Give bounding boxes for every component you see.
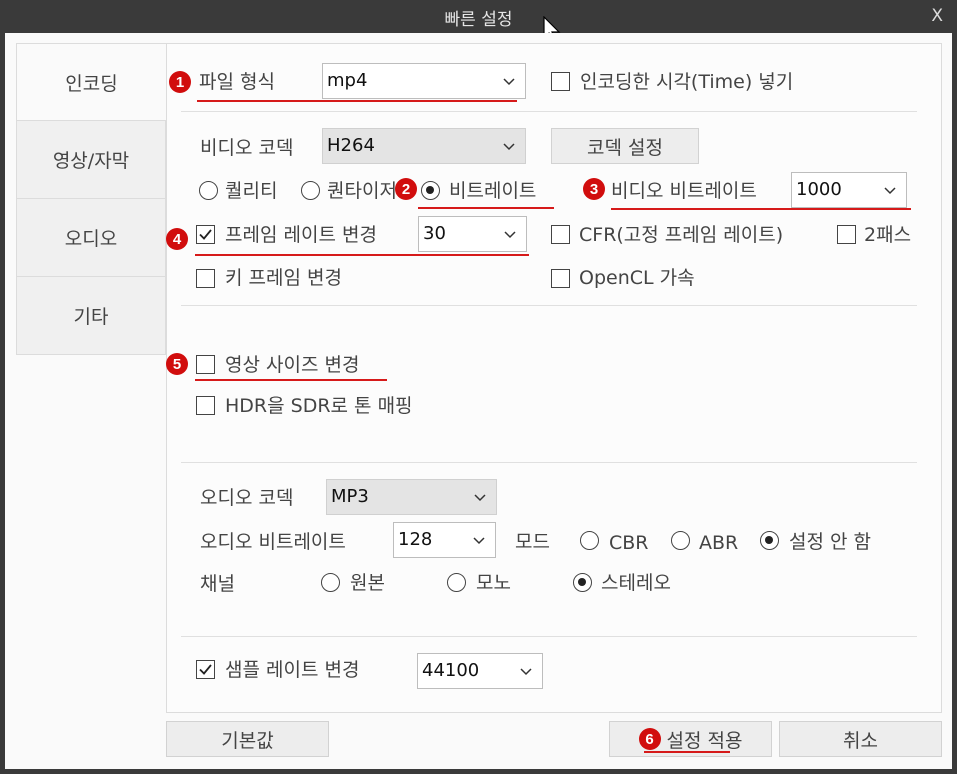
annotation-underline	[195, 379, 387, 381]
tab-encoding[interactable]: 인코딩	[16, 43, 166, 121]
file-format-label: 파일 형식	[199, 71, 275, 93]
default-button[interactable]: 기본값	[166, 721, 329, 757]
channel-mono-label: 모노	[476, 572, 511, 594]
sidebar: 인코딩 영상/자막 오디오 기타	[16, 43, 166, 355]
divider	[181, 636, 917, 637]
framerate-select[interactable]: 30	[418, 216, 527, 252]
framerate-change-checkbox[interactable]	[196, 225, 215, 244]
framerate-change-label: 프레임 레이트 변경	[225, 224, 377, 246]
video-codec-select[interactable]: H264	[322, 128, 526, 164]
framerate-value: 30	[423, 223, 446, 244]
file-format-select[interactable]: mp4	[322, 63, 526, 99]
channel-mono-radio[interactable]	[447, 573, 466, 592]
chevron-down-icon	[504, 231, 516, 239]
cancel-button[interactable]: 취소	[779, 721, 942, 757]
resize-label: 영상 사이즈 변경	[225, 354, 360, 376]
tab-audio[interactable]: 오디오	[16, 199, 166, 277]
rc-quality-radio[interactable]	[199, 181, 218, 200]
video-codec-value: H264	[327, 135, 375, 156]
channel-stereo-radio[interactable]	[573, 573, 592, 592]
cfr-label: CFR(고정 프레임 레이트)	[579, 224, 784, 246]
audio-codec-label: 오디오 코덱	[200, 487, 294, 509]
divider	[181, 111, 917, 112]
rc-bitrate-label: 비트레이트	[449, 180, 537, 202]
annotation-underline	[418, 207, 554, 209]
mode-cbr-label: CBR	[609, 532, 649, 554]
hdr-tonemap-label: HDR을 SDR로 톤 매핑	[225, 395, 413, 417]
annotation-badge-5: 5	[166, 353, 188, 375]
video-bitrate-select[interactable]: 1000	[791, 172, 907, 208]
opencl-label: OpenCL 가속	[579, 267, 695, 289]
annotation-badge-1: 1	[169, 71, 191, 93]
mode-cbr-radio[interactable]	[580, 531, 599, 550]
close-button[interactable]: X	[931, 6, 943, 26]
divider	[181, 462, 917, 463]
samplerate-select[interactable]: 44100	[417, 653, 543, 689]
tab-label: 인코딩	[65, 72, 118, 95]
mode-abr-label: ABR	[699, 532, 739, 554]
keyframe-checkbox[interactable]	[196, 269, 215, 288]
mode-label: 모드	[515, 531, 550, 553]
checkmark-icon	[199, 229, 212, 240]
twopass-checkbox[interactable]	[837, 225, 856, 244]
insert-time-checkbox[interactable]	[551, 72, 570, 91]
opencl-checkbox[interactable]	[551, 269, 570, 288]
annotation-underline	[197, 100, 517, 102]
cfr-checkbox[interactable]	[551, 225, 570, 244]
chevron-down-icon	[520, 668, 532, 676]
mode-none-label: 설정 안 함	[789, 531, 871, 553]
rc-quantizer-radio[interactable]	[301, 181, 320, 200]
samplerate-value: 44100	[422, 660, 480, 681]
chevron-down-icon	[503, 143, 515, 151]
tab-video-subtitle[interactable]: 영상/자막	[16, 121, 166, 199]
video-bitrate-value: 1000	[796, 179, 842, 200]
chevron-down-icon	[473, 537, 485, 545]
channel-original-radio[interactable]	[321, 573, 340, 592]
mode-none-radio[interactable]	[760, 531, 779, 550]
audio-bitrate-value: 128	[398, 529, 433, 550]
file-format-value: mp4	[327, 70, 368, 91]
annotation-badge-4: 4	[166, 228, 188, 250]
annotation-underline	[644, 751, 730, 753]
annotation-underline	[195, 254, 529, 256]
mode-abr-radio[interactable]	[671, 531, 690, 550]
chevron-down-icon	[884, 187, 896, 195]
keyframe-label: 키 프레임 변경	[225, 267, 342, 289]
resize-checkbox[interactable]	[196, 355, 215, 374]
video-bitrate-label: 비디오 비트레이트	[611, 180, 757, 202]
tab-label: 오디오	[64, 228, 118, 250]
annotation-badge-3: 3	[583, 178, 605, 200]
audio-bitrate-label: 오디오 비트레이트	[200, 531, 346, 553]
tab-label: 기타	[73, 306, 109, 328]
codec-settings-button[interactable]: 코덱 설정	[551, 128, 699, 164]
tab-etc[interactable]: 기타	[16, 277, 166, 355]
video-codec-label: 비디오 코덱	[200, 137, 294, 159]
divider	[181, 305, 917, 306]
audio-codec-value: MP3	[331, 486, 369, 507]
annotation-badge-2: 2	[395, 178, 417, 200]
samplerate-change-label: 샘플 레이트 변경	[225, 659, 360, 681]
insert-time-label: 인코딩한 시각(Time) 넣기	[580, 71, 794, 93]
hdr-tonemap-checkbox[interactable]	[196, 396, 215, 415]
apply-button-label: 설정 적용	[666, 729, 743, 752]
channel-original-label: 원본	[350, 572, 385, 594]
window-title: 빠른 설정	[444, 10, 513, 30]
tab-label: 영상/자막	[52, 150, 130, 172]
rc-quantizer-label: 퀀타이저	[327, 180, 397, 202]
annotation-underline	[611, 208, 911, 210]
samplerate-change-checkbox[interactable]	[196, 660, 215, 679]
channel-stereo-label: 스테레오	[601, 572, 671, 594]
title-bar: 빠른 설정 X	[0, 0, 957, 33]
rc-bitrate-radio[interactable]	[421, 181, 440, 200]
settings-panel: 1 파일 형식 mp4 인코딩한 시각(Time) 넣기 비디오 코덱 H264…	[166, 43, 942, 713]
channel-label: 채널	[200, 573, 235, 595]
chevron-down-icon	[503, 78, 515, 86]
rc-quality-label: 퀄리티	[225, 180, 278, 202]
chevron-down-icon	[474, 494, 486, 502]
annotation-badge-6: 6	[638, 728, 661, 750]
audio-bitrate-select[interactable]: 128	[393, 522, 496, 558]
twopass-label: 2패스	[864, 224, 912, 246]
checkmark-icon	[199, 664, 212, 675]
audio-codec-select[interactable]: MP3	[326, 479, 497, 515]
